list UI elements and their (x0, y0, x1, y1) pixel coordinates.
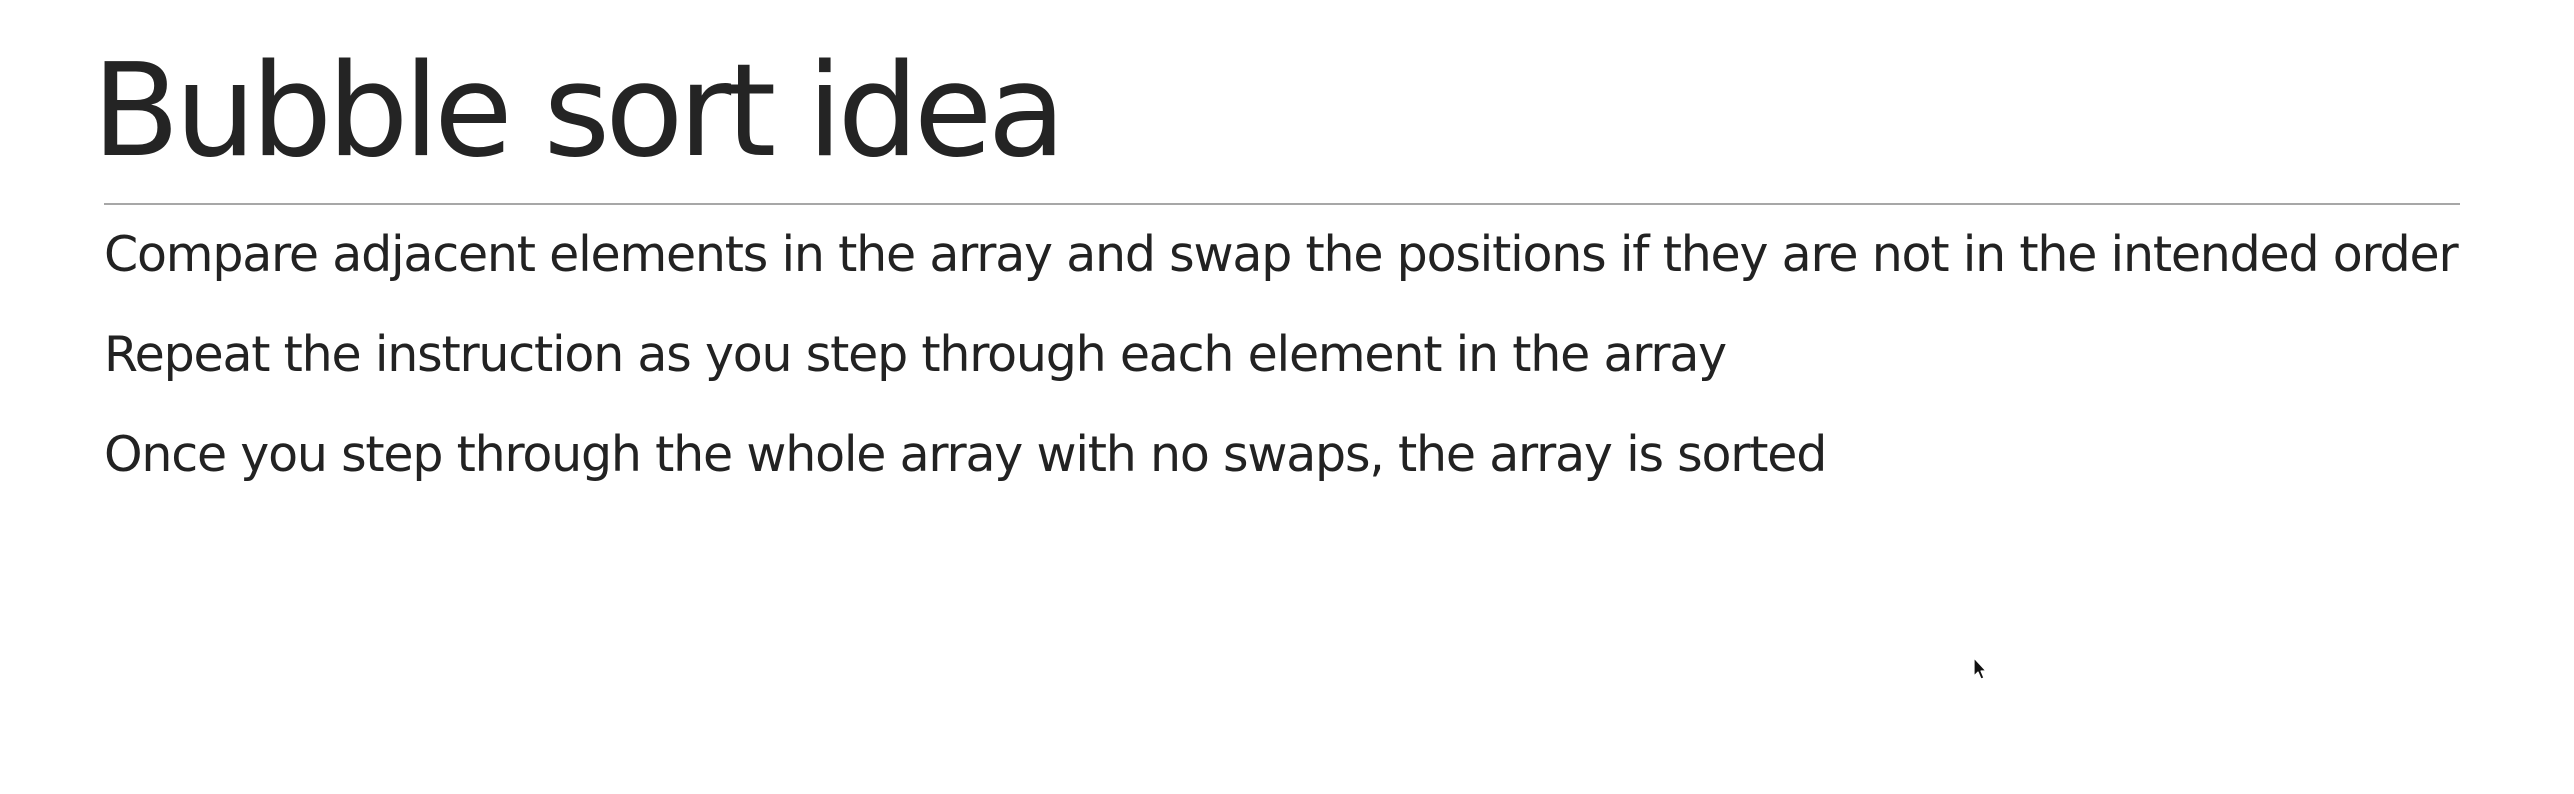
slide: Bubble sort idea Compare adjacent elemen… (0, 0, 2574, 794)
mouse-pointer-icon (1973, 657, 1987, 680)
slide-body: Compare adjacent elements in the array a… (104, 222, 2464, 522)
title-divider (104, 203, 2460, 205)
bullet-compare-swap: Compare adjacent elements in the array a… (104, 226, 2459, 283)
bullet-repeat-step: Repeat the instruction as you step throu… (104, 326, 1727, 383)
bullet-sorted-condition: Once you step through the whole array wi… (104, 426, 1827, 483)
slide-title: Bubble sort idea (92, 37, 1066, 186)
